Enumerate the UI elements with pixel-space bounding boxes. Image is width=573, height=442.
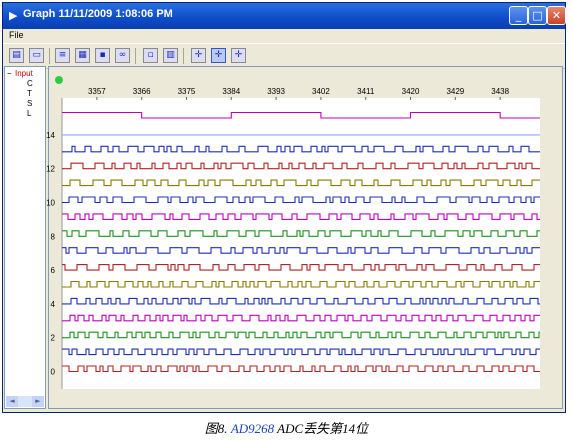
x-tick-label: 3402 — [312, 87, 330, 96]
caption-link[interactable]: AD9268 — [231, 421, 274, 436]
x-tick-label: 3420 — [402, 87, 420, 96]
caption-suffix: ADC丢失第14位 — [277, 421, 369, 436]
plot-area[interactable] — [62, 98, 540, 389]
figure-caption: 图8. AD9268 ADC丢失第14位 — [0, 418, 573, 437]
x-tick-label: 3411 — [357, 87, 375, 96]
y-tick-label: 14 — [46, 131, 55, 140]
x-tick-label: 3375 — [178, 87, 196, 96]
y-tick-label: 2 — [51, 334, 56, 343]
x-tick-label: 3357 — [88, 87, 106, 96]
y-tick-label: 10 — [46, 199, 55, 208]
y-tick-label: 6 — [51, 266, 56, 275]
y-tick-label: 12 — [46, 165, 55, 174]
x-tick-label: 3384 — [222, 87, 240, 96]
x-tick-label: 3366 — [133, 87, 151, 96]
caption-prefix: 图8. — [204, 421, 228, 436]
digital-waveform-chart: 3357 3366 3375 3384 3393 3402 3411 3420 3429 3438… — [46, 76, 540, 389]
x-tick-label: 3393 — [267, 87, 285, 96]
y-tick-label: 0 — [51, 368, 56, 377]
x-tick-label: 3429 — [446, 87, 464, 96]
status-indicator — [55, 76, 63, 84]
y-tick-label: 4 — [51, 300, 56, 309]
y-tick-label: 8 — [51, 232, 56, 241]
x-tick-label: 3438 — [491, 87, 509, 96]
